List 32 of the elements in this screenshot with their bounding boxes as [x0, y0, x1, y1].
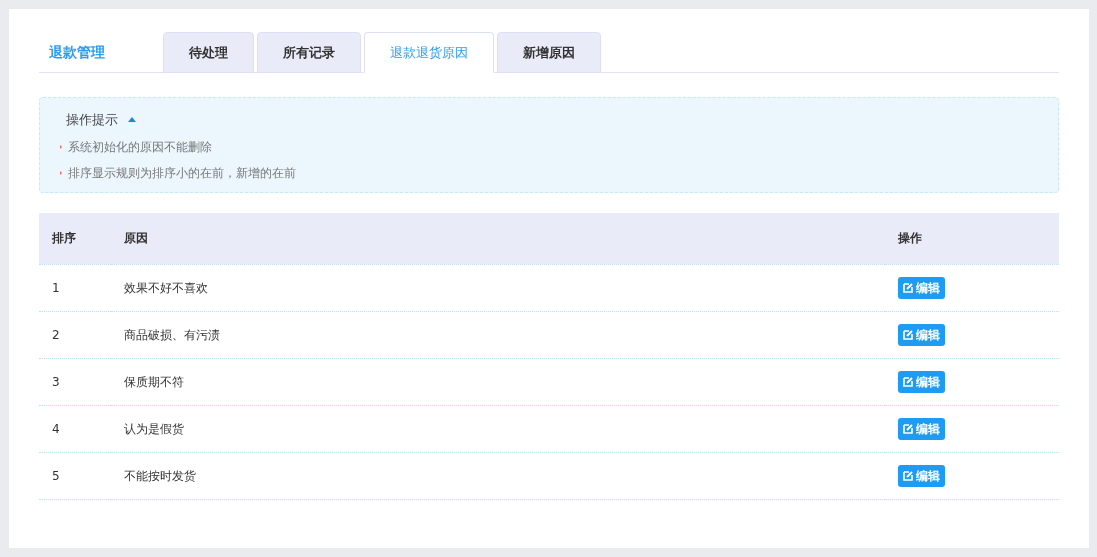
table-cell: 效果不好不喜欢 — [111, 264, 885, 311]
table-cell: 1 — [39, 264, 111, 311]
edit-icon — [903, 470, 914, 481]
edit-button[interactable]: 编辑 — [898, 417, 945, 440]
table-cell: 不能按时发货 — [111, 452, 885, 499]
tip-text: 排序显示规则为排序小的在前，新增的在前 — [68, 164, 296, 182]
page-title: 退款管理 — [48, 42, 106, 62]
table-cell: 3 — [39, 358, 111, 405]
edit-icon — [903, 282, 914, 293]
edit-button[interactable]: 编辑 — [898, 276, 945, 299]
table-cell: 商品破损、有污渍 — [111, 311, 885, 358]
table-cell: 认为是假货 — [111, 405, 885, 452]
edit-button[interactable]: 编辑 — [898, 323, 945, 346]
tab[interactable]: 退款退货原因 — [364, 32, 494, 73]
tab[interactable]: 待处理 — [163, 32, 254, 73]
collapse-caret-icon[interactable] — [128, 117, 136, 123]
table-cell: 2 — [39, 311, 111, 358]
tip-text: 系统初始化的原因不能删除 — [68, 138, 212, 156]
table-cell: 4 — [39, 405, 111, 452]
tips-title: 操作提示 — [66, 111, 118, 129]
edit-button[interactable]: 编辑 — [898, 464, 945, 487]
edit-icon — [903, 376, 914, 387]
tab[interactable]: 新增原因 — [497, 32, 601, 73]
edit-icon — [903, 423, 914, 434]
column-header: 排序 — [39, 213, 111, 264]
edit-icon — [903, 329, 914, 340]
edit-button[interactable]: 编辑 — [898, 370, 945, 393]
tab[interactable]: 所有记录 — [257, 32, 361, 73]
table-cell: 保质期不符 — [111, 358, 885, 405]
column-header: 操作 — [885, 213, 1059, 264]
table-cell: 5 — [39, 452, 111, 499]
column-header: 原因 — [111, 213, 885, 264]
